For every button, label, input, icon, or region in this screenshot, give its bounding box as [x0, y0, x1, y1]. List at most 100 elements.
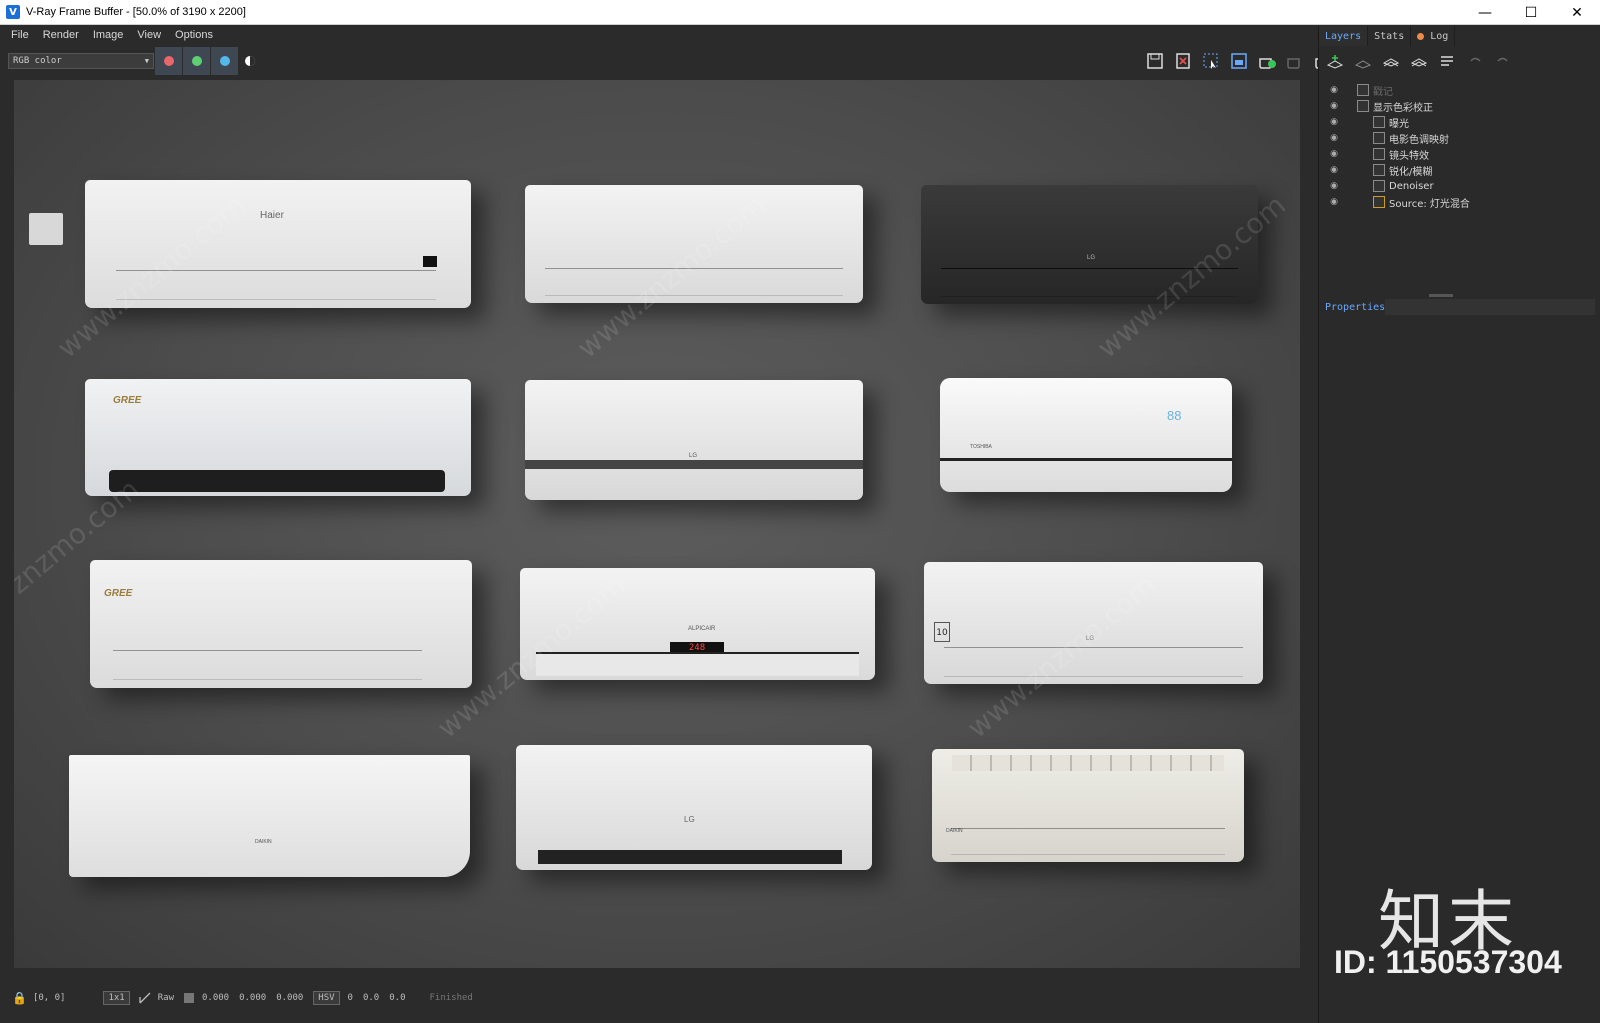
layer-row-denoiser[interactable]: ◉ Denoiser — [1319, 178, 1600, 194]
blue-dot-icon — [219, 56, 230, 66]
menu-view[interactable]: View — [130, 27, 168, 45]
tab-stats[interactable]: Stats — [1368, 26, 1412, 46]
unit-brand: LG — [689, 453, 698, 459]
menu-image[interactable]: Image — [86, 27, 131, 45]
hsv-value-s: 0.0 — [362, 993, 380, 1003]
wall-socket — [29, 213, 63, 245]
vray-app-icon: V — [6, 5, 20, 19]
stop-render-button[interactable] — [1284, 50, 1306, 72]
tab-log-label: Log — [1430, 30, 1449, 42]
unit-brand: GREE — [113, 395, 142, 406]
hsv-value-v: 0.0 — [389, 993, 406, 1003]
unit-brand: TOSHIBA — [970, 444, 992, 450]
zoom-select[interactable]: 1x1 — [103, 991, 130, 1005]
layer-label: 显示色彩校正 — [1373, 102, 1433, 114]
layer-tree: ◉ 戳记 ◉ 显示色彩校正 ◉ 曝光 ◉ 电影色调映射 ◉ 镜头特效 ◉ 锐化/模糊 ◉ De… — [1319, 82, 1600, 210]
layer-label: 镜头特效 — [1389, 150, 1429, 162]
mono-view-button[interactable] — [238, 47, 262, 75]
eye-icon[interactable]: ◉ — [1323, 101, 1345, 111]
layer-row-lens-effects[interactable]: ◉ 镜头特效 — [1319, 146, 1600, 162]
log-status-icon — [1417, 32, 1425, 40]
clear-icon — [1176, 53, 1190, 69]
frame-icon — [1231, 53, 1247, 69]
exposure-layer-icon — [1373, 116, 1385, 128]
raw-value-r: 0.000 — [202, 993, 230, 1003]
undo-button[interactable] — [1465, 51, 1485, 71]
redo-button[interactable] — [1493, 51, 1513, 71]
unit-brand: LG — [1087, 255, 1096, 261]
lock-icon[interactable]: 🔒 — [12, 991, 27, 1005]
lens-layer-icon — [1373, 148, 1385, 160]
color-swatch — [184, 993, 194, 1003]
region-render-button[interactable] — [1200, 50, 1222, 72]
menu-file[interactable]: File — [4, 27, 36, 45]
green-dot-icon — [191, 56, 202, 66]
raw-label: Raw — [157, 993, 174, 1003]
eye-icon[interactable]: ◉ — [1323, 133, 1345, 143]
tab-log[interactable]: Log — [1411, 26, 1456, 46]
menu-options[interactable]: Options — [168, 27, 220, 45]
layer-label: 曝光 — [1389, 118, 1409, 130]
save-layers-button[interactable] — [1381, 51, 1401, 71]
eye-icon[interactable]: ◉ — [1323, 165, 1345, 175]
color-picker-icon[interactable] — [138, 991, 152, 1005]
frame-buffer-toolbar: RGB color ▼ — [4, 46, 1334, 76]
layer-row-filmic-tonemap[interactable]: ◉ 电影色调映射 — [1319, 130, 1600, 146]
channel-select[interactable]: RGB color ▼ — [8, 53, 154, 69]
eye-icon[interactable]: ◉ — [1323, 85, 1345, 95]
properties-bar — [1385, 299, 1595, 315]
layer-row-exposure[interactable]: ◉ 曝光 — [1319, 114, 1600, 130]
red-channel-button[interactable] — [155, 47, 182, 75]
eye-icon[interactable]: ◉ — [1323, 181, 1345, 191]
raw-value-g: 0.000 — [239, 993, 267, 1003]
green-channel-button[interactable] — [183, 47, 210, 75]
list-icon — [1441, 56, 1453, 66]
layer-row-source-lightmix[interactable]: ◉ Source: 灯光混合 — [1319, 194, 1600, 210]
save-image-button[interactable] — [1144, 50, 1166, 72]
tab-layers[interactable]: Layers — [1319, 26, 1369, 46]
splitter-handle[interactable] — [1429, 294, 1453, 297]
layer-row-display-correction[interactable]: ◉ 显示色彩校正 — [1319, 98, 1600, 114]
layer-label: 电影色调映射 — [1389, 134, 1449, 146]
teapot-stop-icon — [1287, 58, 1300, 69]
load-layers-icon — [1410, 58, 1428, 67]
eye-icon[interactable]: ◉ — [1323, 117, 1345, 127]
layer-row-stamp[interactable]: ◉ 戳记 — [1319, 82, 1600, 98]
curve-layer-icon — [1357, 100, 1369, 112]
start-render-button[interactable] — [1256, 50, 1278, 72]
layer-presets-button[interactable] — [1437, 51, 1457, 71]
minimize-button[interactable]: — — [1462, 0, 1508, 25]
blue-channel-button[interactable] — [211, 47, 238, 75]
layer-tools — [1319, 46, 1600, 76]
unit-brand: LG — [684, 815, 695, 824]
follow-mouse-button[interactable] — [1228, 50, 1250, 72]
load-layers-button[interactable] — [1409, 51, 1429, 71]
maximize-button[interactable]: ☐ — [1508, 0, 1554, 25]
eye-icon[interactable]: ◉ — [1323, 197, 1345, 207]
ac-unit-daikin-1: DAIKIN — [69, 755, 470, 877]
ac-unit-toshiba: TOSHIBA 88 — [940, 378, 1232, 492]
menu-render[interactable]: Render — [36, 27, 86, 45]
close-button[interactable]: ✕ — [1554, 0, 1600, 25]
undo-icon — [1470, 57, 1481, 62]
unit-brand: ALPICAIR — [688, 626, 716, 632]
layer-row-sharpen-blur[interactable]: ◉ 锐化/模糊 — [1319, 162, 1600, 178]
delete-layer-icon — [1354, 60, 1372, 69]
delete-layer-button[interactable] — [1353, 51, 1373, 71]
color-space-select[interactable]: HSV — [313, 991, 340, 1005]
hsv-value-h: 0 — [347, 993, 353, 1003]
region-select-icon — [1203, 53, 1218, 69]
clear-image-button[interactable] — [1172, 50, 1194, 72]
window-title: V-Ray Frame Buffer - [50.0% of 3190 x 22… — [26, 6, 246, 18]
eye-icon[interactable]: ◉ — [1323, 149, 1345, 159]
render-viewport[interactable]: Haier LG GREE LG TOSHIBA 88 GREE ALPICAI… — [14, 80, 1300, 968]
denoiser-layer-icon — [1373, 180, 1385, 192]
redo-icon — [1497, 57, 1508, 62]
layer-label: 戳记 — [1373, 86, 1393, 98]
lightbulb-icon — [1373, 196, 1385, 208]
add-layer-icon — [1326, 55, 1344, 69]
properties-header: Properties — [1319, 298, 1595, 316]
ac-unit-lg-2: LG — [525, 380, 863, 500]
layer-label: 锐化/模糊 — [1389, 166, 1433, 178]
create-layer-button[interactable] — [1325, 51, 1345, 71]
